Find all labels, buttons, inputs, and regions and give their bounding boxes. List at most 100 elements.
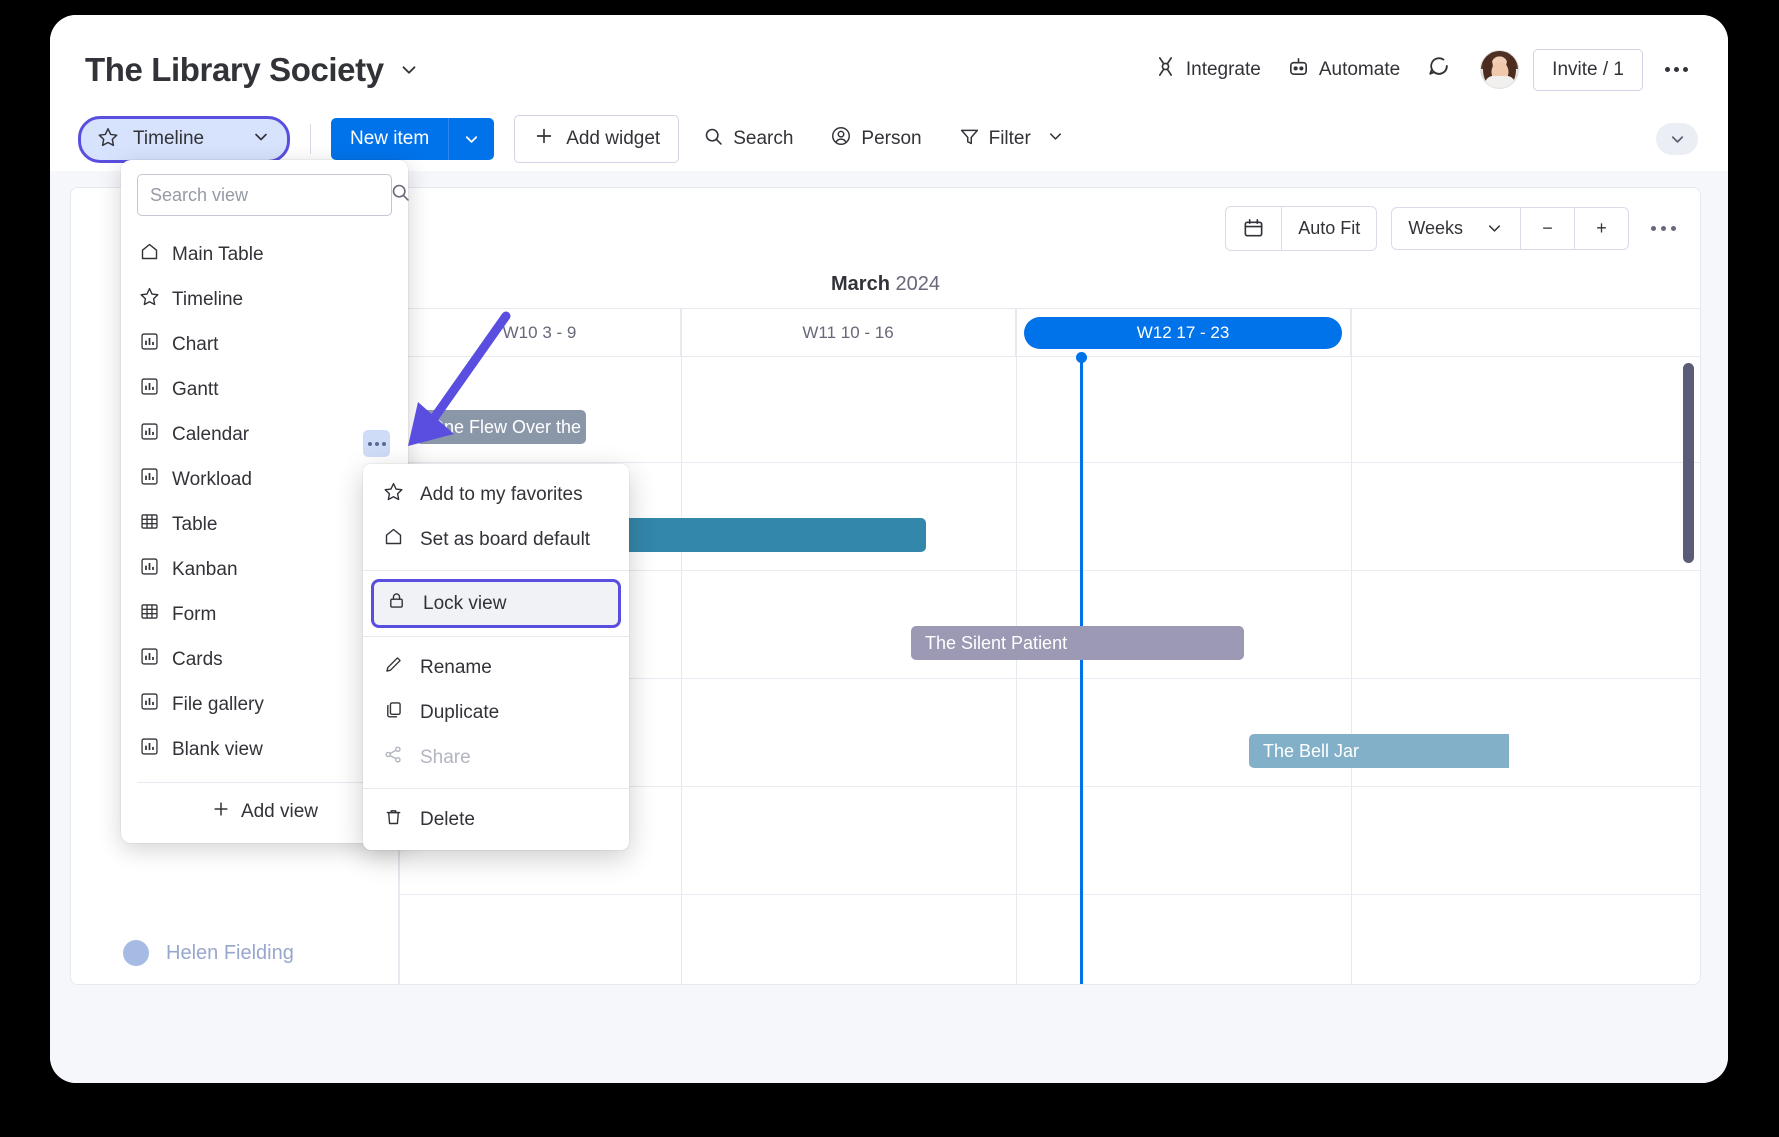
bar-chart-icon <box>139 466 160 493</box>
view-item-chart[interactable]: Chart <box>121 322 408 367</box>
week-cell[interactable] <box>1351 309 1686 357</box>
kebab-dot <box>375 442 379 446</box>
ctx-duplicate[interactable]: Duplicate <box>363 690 629 735</box>
kebab-dot <box>382 442 386 446</box>
kebab-dot <box>1651 226 1656 231</box>
view-row-options-kebab[interactable] <box>363 430 390 457</box>
automate-button[interactable]: Automate <box>1274 48 1413 91</box>
kebab-dot <box>368 442 372 446</box>
timeline-bar[interactable]: The Silent Patient <box>911 626 1244 660</box>
bar-chart-icon <box>139 736 160 763</box>
week-cell[interactable]: W11 10 - 16 <box>681 309 1016 357</box>
timeline-options-kebab[interactable] <box>1643 218 1684 239</box>
view-item-timeline[interactable]: Timeline <box>121 277 408 322</box>
new-item-button[interactable]: New item <box>331 118 448 160</box>
month-name: March <box>831 273 890 295</box>
calendar-icon-button[interactable] <box>1226 207 1281 250</box>
view-context-menu: Add to my favorites Set as board default… <box>363 464 629 850</box>
star-icon <box>97 126 119 153</box>
pencil-icon <box>383 654 404 681</box>
kebab-dot <box>1665 67 1670 72</box>
add-widget-label: Add widget <box>566 128 660 150</box>
zoom-unit-select[interactable]: Weeks <box>1392 208 1520 249</box>
timeline-bar-label: The Silent Patient <box>925 633 1067 654</box>
ctx-add-to-favorites[interactable]: Add to my favorites <box>363 472 629 517</box>
ctx-lock-view[interactable]: Lock view <box>371 579 621 628</box>
view-item-label: Workload <box>172 469 252 491</box>
notifications-button[interactable] <box>1413 47 1464 92</box>
filter-button[interactable]: Filter <box>946 117 1078 162</box>
search-input[interactable] <box>150 185 382 206</box>
chevron-down-icon <box>251 127 271 152</box>
ctx-delete[interactable]: Delete <box>363 797 629 842</box>
person-label: Person <box>861 128 921 150</box>
view-item-label: Form <box>172 604 216 626</box>
ctx-rename[interactable]: Rename <box>363 645 629 690</box>
view-item-label: Kanban <box>172 559 238 581</box>
plus-icon <box>533 125 555 153</box>
star-icon <box>139 286 160 313</box>
zoom-group: Weeks − + <box>1391 207 1629 250</box>
integrate-label: Integrate <box>1186 59 1261 81</box>
ctx-share: Share <box>363 735 629 780</box>
view-search-box[interactable] <box>137 174 392 216</box>
filter-label: Filter <box>989 128 1031 150</box>
header-actions: Integrate Automate <box>1141 47 1698 92</box>
search-button[interactable]: Search <box>690 117 806 162</box>
board-options-kebab[interactable] <box>1655 59 1698 80</box>
divider <box>363 570 629 571</box>
person-filter-button[interactable]: Person <box>817 116 934 162</box>
search-icon <box>390 182 411 208</box>
kebab-dot <box>1683 67 1688 72</box>
timeline-bar[interactable]: The Bell Jar <box>1249 734 1509 768</box>
search-label: Search <box>733 128 793 150</box>
view-item-label: Table <box>172 514 217 536</box>
integrate-icon <box>1154 55 1177 84</box>
view-switcher-button[interactable]: Timeline <box>78 116 290 163</box>
integrate-button[interactable]: Integrate <box>1141 48 1274 91</box>
kebab-dot <box>1661 226 1666 231</box>
person-row[interactable]: Helen Fielding <box>123 940 294 966</box>
zoom-out-button[interactable]: − <box>1520 208 1574 249</box>
divider <box>363 636 629 637</box>
month-year: 2024 <box>895 273 940 295</box>
kebab-dot <box>1674 67 1679 72</box>
page-title: The Library Society <box>85 51 384 89</box>
person-avatar <box>123 940 149 966</box>
current-view-label: Timeline <box>133 128 237 150</box>
board-header: The Library Society Integrate <box>50 15 1728 121</box>
avatar[interactable] <box>1480 50 1519 89</box>
bar-chart-icon <box>139 421 160 448</box>
chevron-down-icon[interactable] <box>398 59 420 81</box>
ctx-item-label: Delete <box>420 809 475 831</box>
view-item-label: Main Table <box>172 244 264 266</box>
invite-button[interactable]: Invite / 1 <box>1533 49 1643 91</box>
week-cell-current[interactable]: W12 17 - 23 <box>1016 309 1351 357</box>
new-item-dropdown-button[interactable] <box>448 118 494 160</box>
grid-line-vertical <box>681 309 682 984</box>
auto-fit-button[interactable]: Auto Fit <box>1281 207 1376 250</box>
grid-line-vertical <box>1351 309 1352 984</box>
today-marker-dot <box>1076 352 1087 363</box>
app-window: The Library Society Integrate <box>50 15 1728 1083</box>
bar-chart-icon <box>139 556 160 583</box>
week-cell[interactable]: W10 3 - 9 <box>399 309 681 357</box>
bar-chart-icon <box>139 646 160 673</box>
ctx-item-label: Add to my favorites <box>420 484 583 506</box>
add-widget-button[interactable]: Add widget <box>514 115 679 163</box>
vertical-scrollbar[interactable] <box>1683 363 1694 563</box>
automate-label: Automate <box>1319 59 1400 81</box>
week-label: W10 3 - 9 <box>503 323 577 343</box>
timeline-controls: Auto Fit Weeks − + <box>1225 206 1684 251</box>
view-item-gantt[interactable]: Gantt <box>121 367 408 412</box>
view-item-main-table[interactable]: Main Table <box>121 232 408 277</box>
board-title-group[interactable]: The Library Society <box>85 51 420 89</box>
timeline-bar[interactable]: One Flew Over the <box>416 410 586 444</box>
ctx-set-board-default[interactable]: Set as board default <box>363 517 629 562</box>
home-icon <box>139 241 160 268</box>
view-item-label: Chart <box>172 334 218 356</box>
toolbar-collapse-button[interactable] <box>1656 123 1698 155</box>
bar-chart-icon <box>139 376 160 403</box>
person-icon <box>830 125 852 153</box>
zoom-in-button[interactable]: + <box>1574 208 1628 249</box>
